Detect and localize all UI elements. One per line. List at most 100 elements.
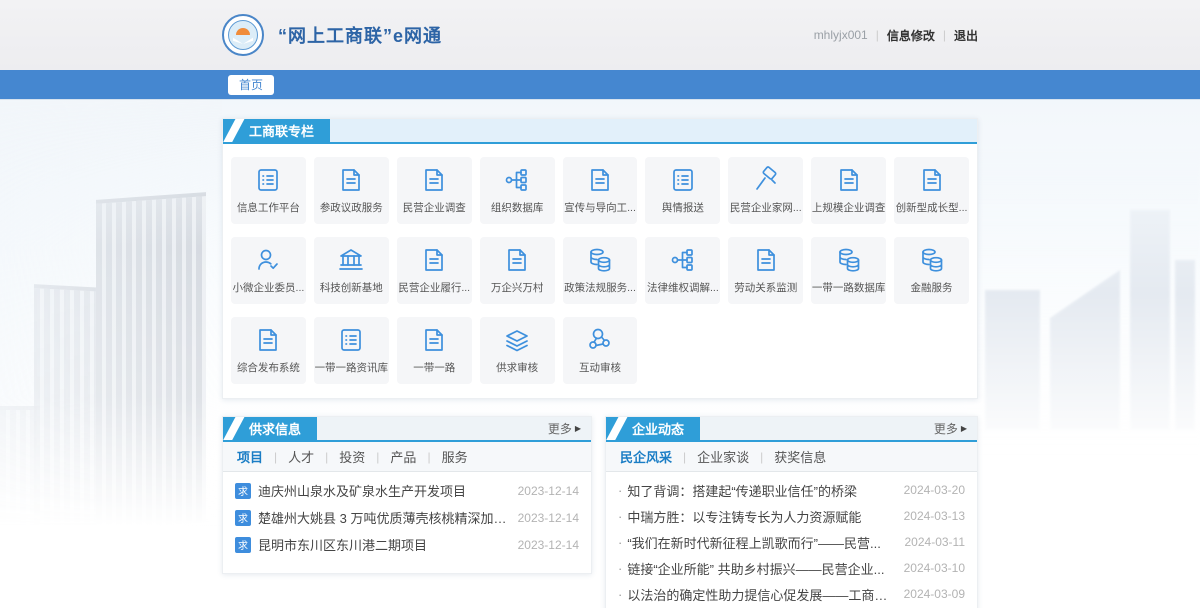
app-card[interactable]: 政策法规服务... [563, 237, 638, 304]
bottom-row: 供求信息 更多 ▶ 项目|人才|投资|产品|服务 求迪庆州山泉水及矿泉水生产开发… [222, 416, 978, 608]
list-item-title: “我们在新时代新征程上凯歌而行”——民营... [627, 533, 894, 552]
news-list-item[interactable]: ·知了背调：搭建起“传递职业信任”的桥梁2024-03-20 [618, 477, 965, 503]
news-tabs: 民企风采|企业家谈|获奖信息 [606, 442, 977, 472]
app-card[interactable]: 万企兴万村 [480, 237, 555, 304]
app-card[interactable]: 科技创新基地 [314, 237, 389, 304]
app-card[interactable]: 小微企业委员... [231, 237, 306, 304]
modify-info-link[interactable]: 信息修改 [887, 27, 935, 44]
app-card-label: 信息工作平台 [237, 200, 300, 215]
database-icon [835, 246, 863, 274]
logout-link[interactable]: 退出 [954, 27, 978, 44]
more-arrow-icon: ▶ [575, 424, 581, 433]
supply-list-item[interactable]: 求昆明市东川区东川港二期项目2023-12-14 [235, 531, 579, 558]
bullet-dot-icon: · [618, 587, 622, 602]
app-card[interactable]: 互动审核 [563, 317, 638, 384]
enterprise-news-header: 企业动态 更多 ▶ [606, 417, 977, 442]
app-card-label: 一带一路资讯库 [315, 360, 389, 375]
tab-separator: | [760, 450, 763, 464]
supply-list-item[interactable]: 求楚雄州大姚县 3 万吨优质薄壳核桃精深加工及科...2023-12-14 [235, 504, 579, 531]
app-card-label: 科技创新基地 [320, 280, 383, 295]
file-icon [337, 166, 365, 194]
app-card[interactable]: 信息工作平台 [231, 157, 306, 224]
news-list-item[interactable]: ·中瑞方胜：以专注铸专长为人力资源赋能2024-03-13 [618, 503, 965, 529]
app-card-label: 政策法规服务... [564, 280, 636, 295]
app-card[interactable]: 民营企业家网... [728, 157, 803, 224]
demand-badge-icon: 求 [235, 537, 251, 553]
app-card-label: 上规模企业调查 [812, 200, 886, 215]
list-item-title: 中瑞方胜：以专注铸专长为人力资源赋能 [627, 507, 893, 526]
list-icon [337, 326, 365, 354]
supply-more-link[interactable]: 更多 ▶ [548, 417, 591, 440]
supply-tab[interactable]: 服务 [440, 447, 470, 466]
list-icon [254, 166, 282, 194]
app-card[interactable]: 供求审核 [480, 317, 555, 384]
file-icon [420, 166, 448, 194]
app-card[interactable]: 综合发布系统 [231, 317, 306, 384]
special-column-panel: 工商联专栏 信息工作平台参政议政服务民营企业调查组织数据库宣传与导向工...舆情… [222, 118, 978, 399]
supply-demand-panel: 供求信息 更多 ▶ 项目|人才|投资|产品|服务 求迪庆州山泉水及矿泉水生产开发… [222, 416, 592, 574]
app-card[interactable]: 民营企业调查 [397, 157, 472, 224]
right-skyline-photo [965, 150, 1200, 470]
list-icon [669, 166, 697, 194]
app-card[interactable]: 一带一路数据库 [811, 237, 886, 304]
bank-icon [337, 246, 365, 274]
news-tab[interactable]: 获奖信息 [772, 447, 828, 466]
app-card-label: 万企兴万村 [491, 280, 544, 295]
main-navbar: 首页 [0, 70, 1200, 100]
app-card-label: 宣传与导向工... [564, 200, 636, 215]
supply-tab[interactable]: 项目 [235, 447, 265, 466]
bullet-dot-icon: · [618, 535, 622, 550]
news-list: ·知了背调：搭建起“传递职业信任”的桥梁2024-03-20 · 中瑞方胜：以专注铸… [606, 472, 977, 607]
app-card[interactable]: 宣传与导向工... [563, 157, 638, 224]
app-card[interactable]: 劳动关系监测 [728, 237, 803, 304]
app-card[interactable]: 组织数据库 [480, 157, 555, 224]
supply-tab[interactable]: 投资 [337, 447, 367, 466]
supply-tab[interactable]: 人才 [286, 447, 316, 466]
person-check-icon [254, 246, 282, 274]
app-card[interactable]: 一带一路资讯库 [314, 317, 389, 384]
nav-home-button[interactable]: 首页 [228, 75, 274, 95]
orgchart-icon [669, 246, 697, 274]
app-card-label: 创新型成长型... [896, 200, 968, 215]
file-icon [420, 246, 448, 274]
app-card-label: 小微企业委员... [233, 280, 305, 295]
file-icon [586, 166, 614, 194]
file-icon [420, 326, 448, 354]
list-item-title: 楚雄州大姚县 3 万吨优质薄壳核桃精深加工及科... [258, 508, 508, 527]
app-card-label: 金融服务 [911, 280, 953, 295]
app-card-label: 舆情报送 [662, 200, 704, 215]
app-card-label: 民营企业家网... [730, 200, 802, 215]
news-tab[interactable]: 企业家谈 [695, 447, 751, 466]
tab-separator: | [427, 450, 430, 464]
app-card[interactable]: 参政议政服务 [314, 157, 389, 224]
orgchart-icon [503, 166, 531, 194]
news-more-link[interactable]: 更多 ▶ [934, 417, 977, 440]
app-card-label: 综合发布系统 [237, 360, 300, 375]
file-icon [918, 166, 946, 194]
app-card[interactable]: 金融服务 [894, 237, 969, 304]
user-box: mhlyjx001 | 信息修改 | 退出 [814, 27, 978, 44]
list-item-date: 2024-03-09 [904, 587, 965, 601]
app-card-label: 供求审核 [496, 360, 538, 375]
app-grid: 信息工作平台参政议政服务民营企业调查组织数据库宣传与导向工...舆情报送民营企业… [223, 144, 977, 398]
news-list-item[interactable]: ·“我们在新时代新征程上凯歌而行”——民营...2024-03-11 [618, 529, 965, 555]
news-list-item[interactable]: · 以法治的确定性助力提信心促发展——工商联... 2024-03-09 [618, 581, 965, 607]
list-item-title: 昆明市东川区东川港二期项目 [258, 535, 508, 554]
app-card[interactable]: 上规模企业调查 [811, 157, 886, 224]
supply-demand-title: 供求信息 [223, 417, 317, 440]
enterprise-news-panel: 企业动态 更多 ▶ 民企风采|企业家谈|获奖信息 ·知了背调：搭建起“传递职业信… [605, 416, 978, 608]
list-item-title: 以法治的确定性助力提信心促发展——工商联... [627, 585, 893, 604]
left-buildings-photo [0, 96, 222, 526]
app-card[interactable]: 一带一路 [397, 317, 472, 384]
list-item-title: 链接“企业所能” 共助乡村振兴——民营企业... [627, 559, 893, 578]
bullet-dot-icon: · [618, 509, 622, 524]
app-card[interactable]: 创新型成长型... [894, 157, 969, 224]
app-card[interactable]: 法律维权调解... [645, 237, 720, 304]
news-tab[interactable]: 民企风采 [618, 447, 674, 466]
supply-list-item[interactable]: 求迪庆州山泉水及矿泉水生产开发项目2023-12-14 [235, 477, 579, 504]
supply-tab[interactable]: 产品 [388, 447, 418, 466]
tab-separator: | [325, 450, 328, 464]
app-card[interactable]: 民营企业履行... [397, 237, 472, 304]
news-list-item[interactable]: ·链接“企业所能” 共助乡村振兴——民营企业...2024-03-10 [618, 555, 965, 581]
app-card[interactable]: 舆情报送 [645, 157, 720, 224]
